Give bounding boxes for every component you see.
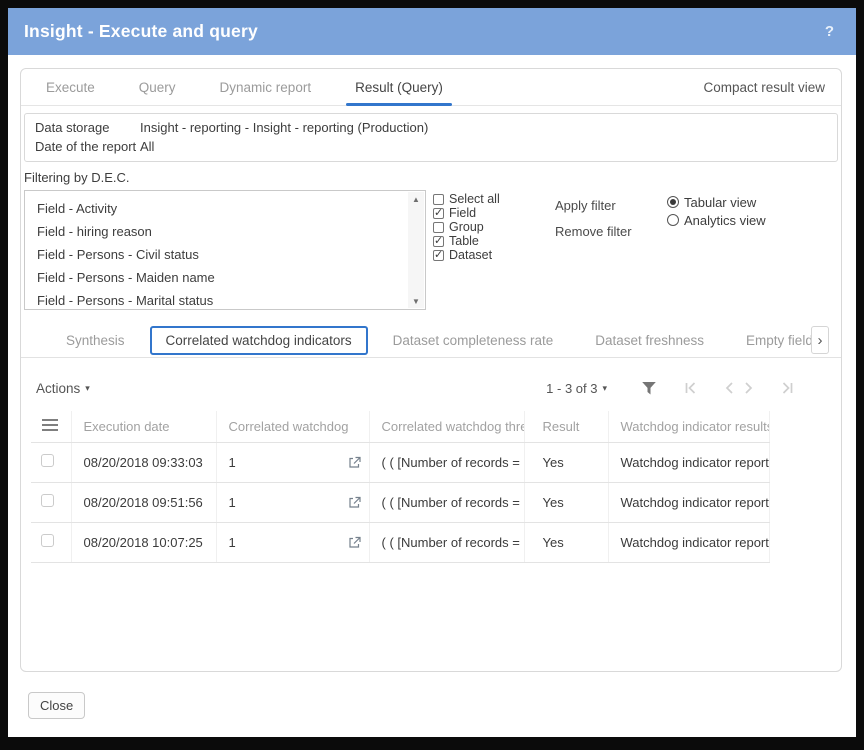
- external-link-icon[interactable]: [348, 496, 361, 509]
- table-header-row: Execution date Correlated watchdog Corre…: [31, 411, 769, 442]
- col-correlated-watchdog-threshold[interactable]: Correlated watchdog thresho: [369, 411, 524, 442]
- external-link-icon[interactable]: [348, 456, 361, 469]
- report-info-box: Data storage Insight - reporting - Insig…: [24, 113, 838, 162]
- analytics-view-radio-icon[interactable]: [667, 214, 679, 226]
- first-page-icon[interactable]: [683, 381, 698, 395]
- row-checkbox[interactable]: [41, 534, 54, 547]
- col-execution-date[interactable]: Execution date: [71, 411, 216, 442]
- chevron-down-icon: ▾: [602, 383, 607, 394]
- results-table: Execution date Correlated watchdog Corre…: [31, 411, 769, 563]
- tab-synthesis[interactable]: Synthesis: [45, 333, 146, 348]
- result-cell: Yes: [524, 442, 608, 482]
- radio-tabular-view[interactable]: Tabular view: [667, 193, 766, 211]
- pagination-dropdown[interactable]: 1 - 3 of 3 ▾: [546, 381, 607, 396]
- info-row-data-storage: Data storage Insight - reporting - Insig…: [35, 118, 827, 137]
- indicator-results-cell: Watchdog indicator report: [608, 442, 769, 482]
- filter-funnel-icon[interactable]: [641, 381, 657, 396]
- checkbox-group[interactable]: Group: [433, 220, 529, 234]
- threshold-cell: ( ( [Number of records = 2,92: [369, 482, 524, 522]
- table-row: 08/20/2018 09:33:03 1 ( ( [Number of rec…: [31, 442, 769, 482]
- checkbox-table[interactable]: Table: [433, 234, 529, 248]
- last-page-icon[interactable]: [780, 381, 795, 395]
- apply-filter-button[interactable]: Apply filter: [555, 198, 639, 213]
- correlated-watchdog-cell: 1: [216, 442, 369, 482]
- list-item[interactable]: Field - Persons - Maiden name: [26, 266, 407, 289]
- list-item[interactable]: Field - Persons - Marital status: [26, 289, 407, 308]
- next-page-icon[interactable]: [744, 381, 754, 395]
- execution-date-cell: 08/20/2018 09:51:56: [71, 482, 216, 522]
- insight-execute-query-dialog: Insight - Execute and query ? Execute Qu…: [8, 8, 856, 737]
- col-correlated-watchdog[interactable]: Correlated watchdog: [216, 411, 369, 442]
- checkbox-dataset[interactable]: Dataset: [433, 248, 529, 262]
- result-cell: Yes: [524, 522, 608, 562]
- checkbox-field[interactable]: Field: [433, 206, 529, 220]
- scroll-up-icon[interactable]: ▲: [408, 192, 424, 206]
- actions-dropdown[interactable]: Actions ▾: [36, 381, 90, 396]
- help-icon[interactable]: ?: [825, 23, 834, 40]
- correlated-watchdog-cell: 1: [216, 522, 369, 562]
- threshold-cell: ( ( [Number of records = 2,92: [369, 522, 524, 562]
- data-storage-value: Insight - reporting - Insight - reportin…: [140, 118, 428, 137]
- dataset-checkbox-icon[interactable]: [433, 250, 444, 261]
- filter-actions: Apply filter Remove filter: [555, 190, 639, 310]
- threshold-cell: ( ( [Number of records = 2,92: [369, 442, 524, 482]
- checkbox-select-all[interactable]: Select all: [433, 192, 529, 206]
- col-watchdog-indicator-results[interactable]: Watchdog indicator results: [608, 411, 769, 442]
- chevron-down-icon: ▾: [85, 383, 90, 394]
- result-cell: Yes: [524, 482, 608, 522]
- report-date-value: All: [140, 137, 154, 156]
- compact-result-view-link[interactable]: Compact result view: [703, 80, 825, 95]
- row-checkbox[interactable]: [41, 454, 54, 467]
- list-item[interactable]: Field - Activity: [26, 197, 407, 220]
- tab-dataset-completeness-rate[interactable]: Dataset completeness rate: [372, 333, 575, 348]
- previous-page-icon[interactable]: [724, 381, 734, 395]
- result-tabs: Synthesis Correlated watchdog indicators…: [21, 323, 841, 358]
- report-date-label: Date of the report: [35, 137, 140, 156]
- remove-filter-button[interactable]: Remove filter: [555, 224, 639, 239]
- tab-result-query[interactable]: Result (Query): [346, 69, 452, 105]
- dialog-titlebar: Insight - Execute and query ?: [8, 8, 856, 55]
- list-item[interactable]: Field - hiring reason: [26, 220, 407, 243]
- view-mode-radios: Tabular view Analytics view: [667, 190, 766, 310]
- more-tabs-arrow-button[interactable]: ›: [811, 326, 829, 354]
- filter-area: Field - Activity Field - hiring reason F…: [24, 190, 838, 310]
- select-all-checkbox-icon[interactable]: [433, 194, 444, 205]
- tab-correlated-watchdog-indicators[interactable]: Correlated watchdog indicators: [150, 326, 368, 355]
- tab-dataset-freshness[interactable]: Dataset freshness: [574, 333, 725, 348]
- field-checkbox-icon[interactable]: [433, 208, 444, 219]
- filter-type-checkboxes: Select all Field Group Table Dataset: [433, 190, 529, 310]
- execution-date-cell: 08/20/2018 10:07:25: [71, 522, 216, 562]
- tab-field-compliance[interactable]: Field compliance ap: [834, 333, 841, 348]
- table-toolbar: Actions ▾ 1 - 3 of 3 ▾: [21, 373, 841, 403]
- list-item[interactable]: Field - Persons - Civil status: [26, 243, 407, 266]
- correlated-watchdog-cell: 1: [216, 482, 369, 522]
- main-tabs: Execute Query Dynamic report Result (Que…: [21, 69, 841, 106]
- radio-analytics-view[interactable]: Analytics view: [667, 211, 766, 229]
- indicator-results-cell: Watchdog indicator report: [608, 482, 769, 522]
- info-row-report-date: Date of the report All: [35, 137, 827, 156]
- execution-date-cell: 08/20/2018 09:33:03: [71, 442, 216, 482]
- tabular-view-radio-icon[interactable]: [667, 196, 679, 208]
- col-result[interactable]: Result: [524, 411, 608, 442]
- data-storage-label: Data storage: [35, 118, 140, 137]
- table-row: 08/20/2018 10:07:25 1 ( ( [Number of rec…: [31, 522, 769, 562]
- indicator-results-cell: Watchdog indicator report: [608, 522, 769, 562]
- table-checkbox-icon[interactable]: [433, 236, 444, 247]
- tab-query[interactable]: Query: [130, 69, 185, 105]
- tab-execute[interactable]: Execute: [37, 69, 104, 105]
- scroll-down-icon[interactable]: ▼: [408, 294, 424, 308]
- dialog-title: Insight - Execute and query: [24, 21, 258, 42]
- listbox-scrollbar[interactable]: ▲ ▼: [408, 192, 424, 308]
- dec-filter-listbox[interactable]: Field - Activity Field - hiring reason F…: [24, 190, 426, 310]
- tab-dynamic-report[interactable]: Dynamic report: [211, 69, 321, 105]
- close-button[interactable]: Close: [28, 692, 85, 719]
- column-menu-icon[interactable]: [31, 411, 71, 442]
- row-checkbox[interactable]: [41, 494, 54, 507]
- filtering-by-dec-label: Filtering by D.E.C.: [24, 170, 841, 185]
- table-row: 08/20/2018 09:51:56 1 ( ( [Number of rec…: [31, 482, 769, 522]
- group-checkbox-icon[interactable]: [433, 222, 444, 233]
- content-card: Execute Query Dynamic report Result (Que…: [20, 68, 842, 672]
- external-link-icon[interactable]: [348, 536, 361, 549]
